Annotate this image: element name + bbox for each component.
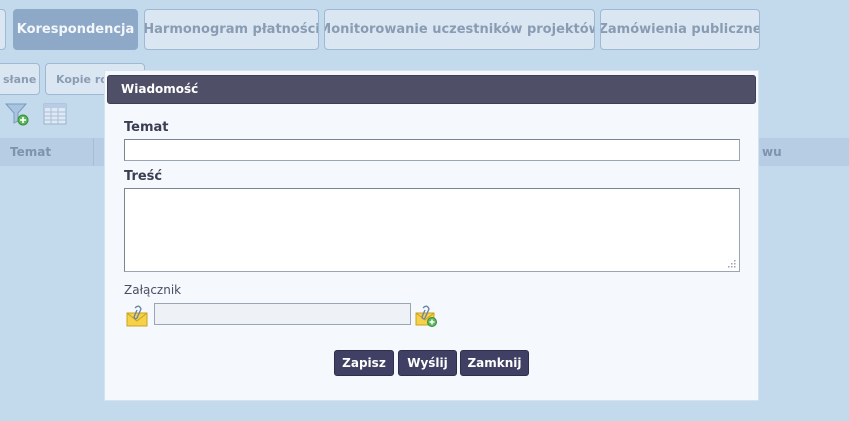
subject-label: Temat xyxy=(124,120,169,135)
table-icon[interactable] xyxy=(42,101,68,127)
tab-partial-left[interactable] xyxy=(0,9,6,50)
resize-grip-icon[interactable] xyxy=(726,258,736,268)
attachment-field[interactable] xyxy=(154,303,411,325)
message-dialog: Wiadomość Temat Treść Załącznik Zapisz W… xyxy=(104,70,759,401)
grid-column-partial[interactable]: wu xyxy=(762,138,782,166)
tab-zamowienia-publiczne[interactable]: Zamówienia publiczne xyxy=(600,9,760,50)
body-textarea[interactable] xyxy=(124,188,740,272)
subtab-wyslane[interactable]: słane xyxy=(0,63,40,95)
tab-monitorowanie-uczestnikow[interactable]: Monitorowanie uczestników projektów xyxy=(324,9,595,50)
subject-input[interactable] xyxy=(124,139,740,161)
grid-column-temat[interactable]: Temat xyxy=(10,138,51,166)
dialog-title: Wiadomość xyxy=(107,75,756,104)
filter-add-icon[interactable] xyxy=(4,101,30,127)
save-button[interactable]: Zapisz xyxy=(334,350,394,376)
add-attachment-icon[interactable] xyxy=(415,305,437,327)
send-button[interactable]: Wyślij xyxy=(398,350,457,376)
grid-column-separator xyxy=(93,138,94,166)
body-label: Treść xyxy=(124,169,163,184)
tab-korespondencja[interactable]: Korespondencja xyxy=(13,9,138,50)
attachment-envelope-icon[interactable] xyxy=(126,305,148,327)
attachment-label: Załącznik xyxy=(124,283,182,297)
close-button[interactable]: Zamknij xyxy=(460,350,529,376)
tab-harmonogram-platnosci[interactable]: Harmonogram płatności xyxy=(144,9,319,50)
